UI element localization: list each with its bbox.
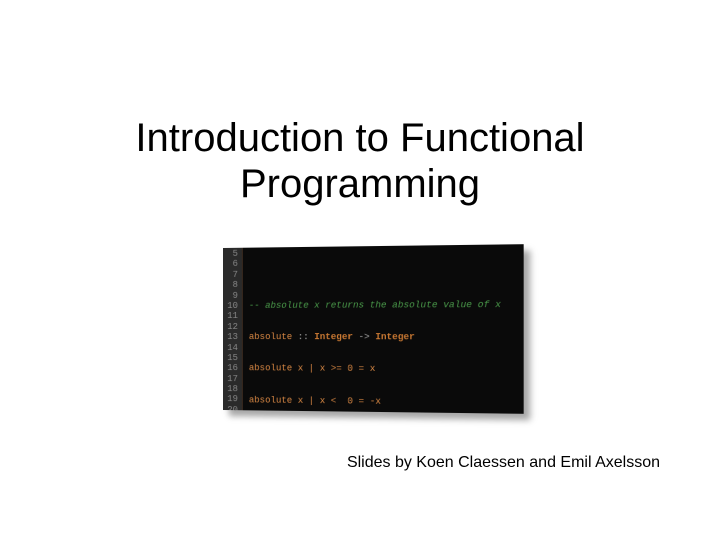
line-number: 16 [223, 363, 238, 373]
line-number: 10 [223, 301, 238, 311]
title-line-2: Programming [240, 162, 480, 206]
line-number: 6 [223, 259, 238, 270]
line-number: 5 [223, 249, 238, 260]
code-line: absolute x | x < 0 = -x [249, 395, 501, 408]
line-number: 11 [223, 311, 238, 321]
line-number: 13 [223, 332, 238, 342]
line-number: 7 [223, 270, 238, 281]
code-body: -- absolute x returns the absolute value… [243, 244, 505, 413]
line-number: 18 [223, 384, 238, 395]
code-editor: 5 6 7 8 9 10 11 12 13 14 15 16 17 18 19 … [223, 244, 524, 414]
line-number: 15 [223, 353, 238, 363]
code-line: absolute x | x >= 0 = x [249, 364, 501, 376]
code-line: absolute :: Integer -> Integer [249, 332, 501, 343]
code-line: -- absolute x returns the absolute value… [249, 300, 501, 312]
line-gutter: 5 6 7 8 9 10 11 12 13 14 15 16 17 18 19 … [223, 248, 243, 411]
slide-title: Introduction to Functional Programming [0, 0, 720, 207]
line-number: 9 [223, 290, 238, 300]
line-number: 14 [223, 343, 238, 353]
title-line-1: Introduction to Functional [135, 116, 584, 160]
code-screenshot: 5 6 7 8 9 10 11 12 13 14 15 16 17 18 19 … [223, 244, 524, 414]
line-number: 19 [223, 394, 238, 405]
line-number: 8 [223, 280, 238, 291]
line-number: 12 [223, 322, 238, 332]
line-number: 20 [223, 405, 238, 414]
line-number: 17 [223, 374, 238, 385]
code-line [249, 267, 501, 280]
slide-credits: Slides by Koen Claessen and Emil Axelsso… [347, 454, 660, 472]
